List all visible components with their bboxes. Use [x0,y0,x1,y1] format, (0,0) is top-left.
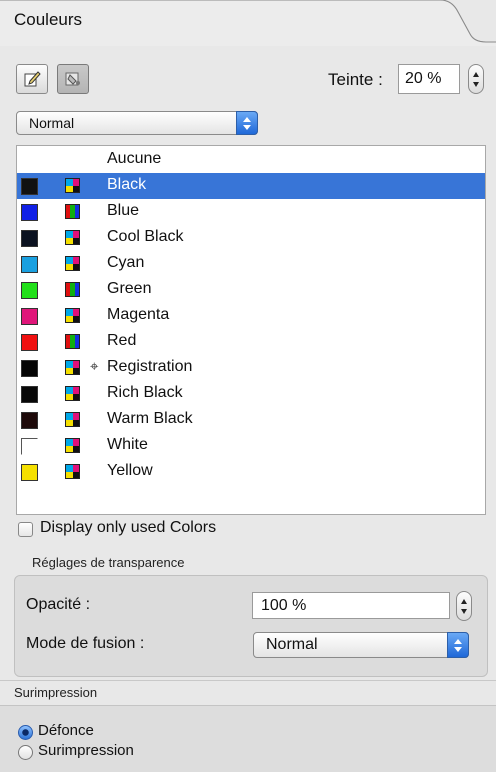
radio-defonce-label[interactable]: Défonce [38,722,94,739]
opacity-label: Opacité : [26,596,91,613]
color-list-item[interactable]: Cool Black [17,225,485,251]
color-name: Cyan [107,254,145,271]
color-list-item[interactable]: Blue [17,199,485,225]
decrement-icon [461,608,467,614]
cmyk-color-icon [65,360,80,375]
opacity-input[interactable]: 100 % [252,592,450,619]
cmyk-color-icon [65,178,80,193]
color-list-item[interactable]: Warm Black [17,407,485,433]
rgb-color-icon [65,282,80,297]
cmyk-color-icon [65,230,80,245]
color-swatch [21,360,38,377]
color-name: Magenta [107,306,170,323]
overprint-section-title: Surimpression [14,685,98,700]
registration-mark-icon: ⌖ [90,358,99,375]
transparency-group [14,575,488,677]
opacity-stepper[interactable] [456,591,472,621]
color-name: Green [107,280,152,297]
color-name: White [107,436,148,453]
color-name: Yellow [107,462,153,479]
radio-surimpression-label[interactable]: Surimpression [38,742,134,759]
select-arrows-icon [236,111,258,135]
color-list-item[interactable]: Green [17,277,485,303]
color-name: Black [107,176,147,193]
color-list-item[interactable]: ⌖ Registration [17,355,485,381]
pencil-icon [24,71,41,87]
color-name: Warm Black [107,410,193,427]
color-list-item[interactable]: Red [17,329,485,355]
color-name: Blue [107,202,140,219]
color-swatch [21,204,38,221]
panel-title[interactable]: Couleurs [14,10,82,30]
color-swatch [21,334,38,351]
transparency-blend-select[interactable]: Normal [253,632,469,658]
cmyk-color-icon [65,386,80,401]
color-swatch [21,256,38,273]
cmyk-color-icon [65,308,80,323]
color-name: Registration [107,358,193,375]
color-list-item[interactable]: Cyan [17,251,485,277]
display-used-checkbox[interactable] [18,522,33,537]
color-name: Rich Black [107,384,183,401]
radio-surimpression[interactable] [18,745,33,760]
color-name: Cool Black [107,228,184,245]
color-swatch [21,464,38,481]
radio-defonce[interactable] [18,725,33,740]
blend-mode-value: Normal [29,115,75,131]
color-swatch [21,230,38,247]
blend-mode-select[interactable]: Normal [16,111,258,135]
color-swatch [21,308,38,325]
edit-color-button[interactable] [16,64,48,94]
teinte-stepper[interactable] [468,64,484,94]
transparency-blend-value: Normal [266,636,318,653]
color-swatch [21,438,38,455]
select-arrows-icon [447,632,469,658]
color-list-item[interactable]: Magenta [17,303,485,329]
teinte-input[interactable]: 20 % [398,64,460,94]
color-list-item[interactable]: Yellow [17,459,485,485]
color-swatch [21,412,38,429]
color-list-item[interactable]: Black [17,173,485,199]
rgb-color-icon [65,204,80,219]
color-swatch [21,282,38,299]
blend-mode-label: Mode de fusion : [26,635,145,652]
teinte-label: Teinte : [328,70,383,89]
transparency-section-title: Réglages de transparence [32,555,185,570]
fill-bucket-icon [65,72,80,86]
cmyk-color-icon [65,438,80,453]
color-name: Aucune [107,150,162,167]
color-swatch [21,386,38,403]
color-list[interactable]: Aucune Black Blue Cool Black Cyan Green Magent… [16,145,486,515]
color-swatch [21,178,38,195]
increment-icon [473,71,479,77]
fill-color-button[interactable] [57,64,89,94]
rgb-color-icon [65,334,80,349]
cmyk-color-icon [65,412,80,427]
cmyk-color-icon [65,464,80,479]
display-used-label[interactable]: Display only used Colors [40,519,216,537]
increment-icon [461,598,467,604]
decrement-icon [473,81,479,87]
color-list-item[interactable]: Rich Black [17,381,485,407]
divider [0,680,496,681]
color-list-item[interactable]: Aucune [17,147,485,173]
cmyk-color-icon [65,256,80,271]
color-list-item[interactable]: White [17,433,485,459]
color-name: Red [107,332,137,349]
